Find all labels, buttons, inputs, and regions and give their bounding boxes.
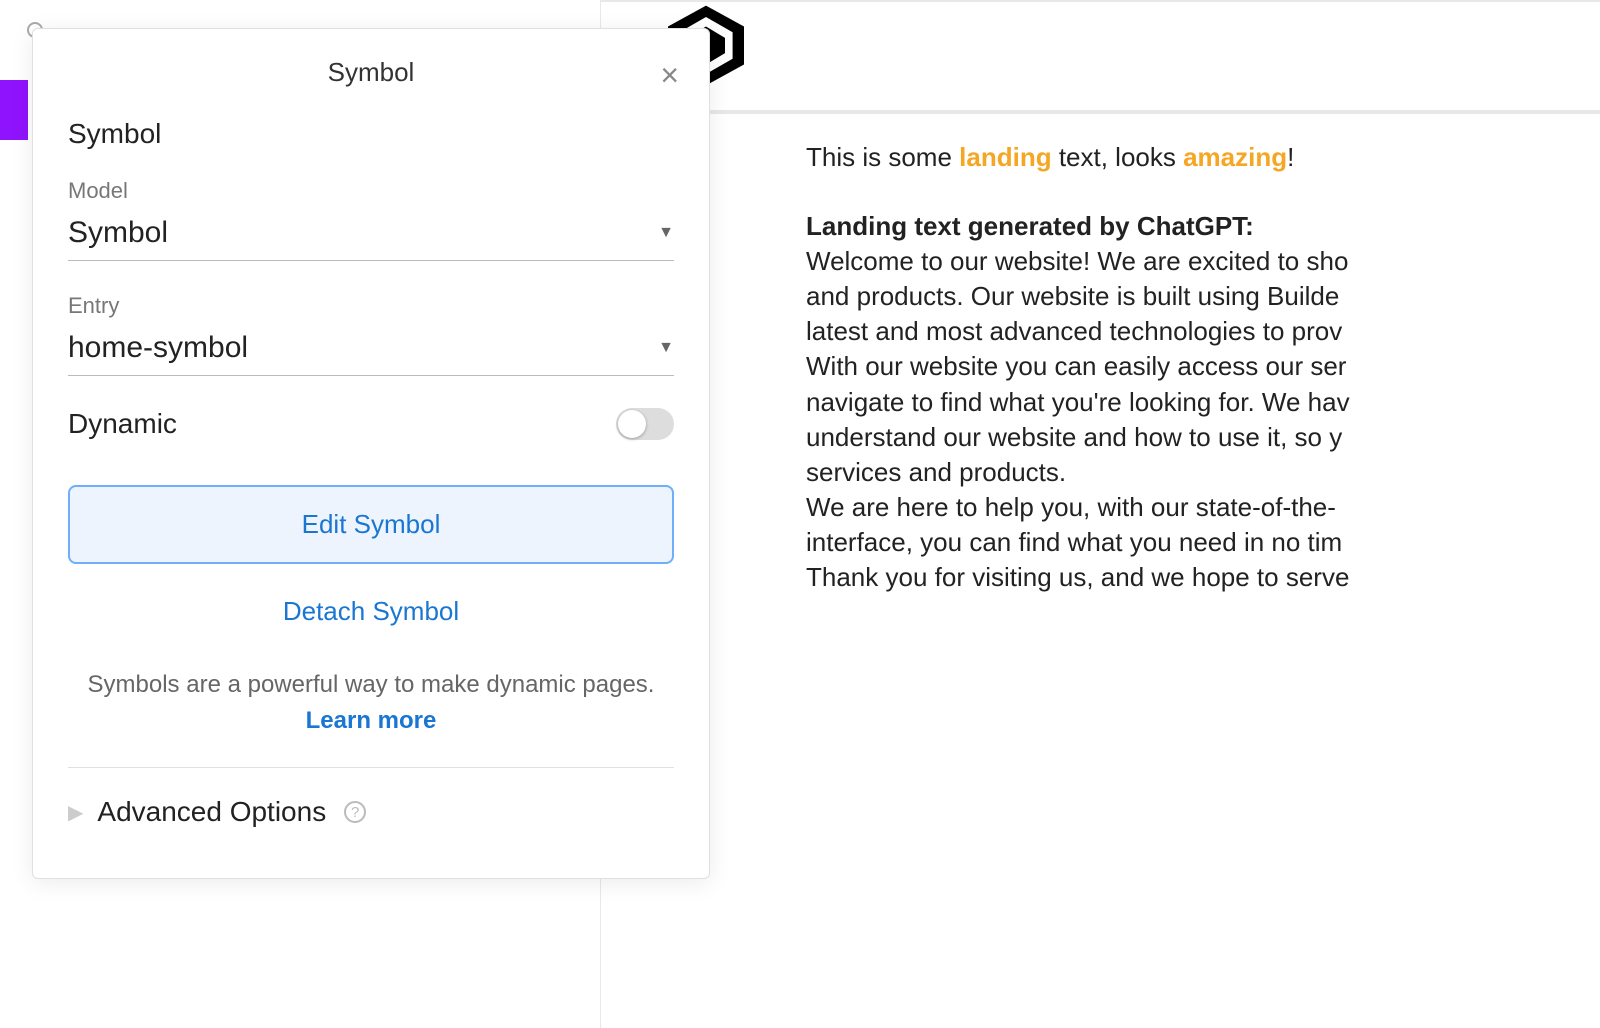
entry-value: home-symbol (68, 331, 248, 365)
section-title: Symbol (68, 118, 674, 150)
selection-indicator (0, 80, 28, 140)
close-icon: × (660, 57, 679, 93)
chevron-down-icon: ▼ (658, 224, 674, 242)
highlight-text: amazing (1183, 142, 1287, 172)
canvas-content: This is some landing text, looks amazing… (806, 140, 1600, 595)
dynamic-label: Dynamic (68, 408, 177, 440)
model-label: Model (68, 178, 674, 204)
intro-text: ! (1287, 142, 1294, 172)
model-value: Symbol (68, 216, 168, 250)
edit-symbol-button[interactable]: Edit Symbol (68, 485, 674, 564)
entry-select[interactable]: home-symbol ▼ (68, 327, 674, 376)
entry-field-group: Entry home-symbol ▼ (68, 293, 674, 376)
chevron-right-icon: ▶ (68, 800, 83, 825)
canvas-header-divider (601, 110, 1600, 114)
intro-text: text, looks (1052, 142, 1184, 172)
help-icon[interactable]: ? (344, 801, 366, 823)
content-body: Welcome to our website! We are excited t… (806, 244, 1600, 595)
entry-label: Entry (68, 293, 674, 319)
advanced-options-label: Advanced Options (97, 796, 326, 828)
intro-text: This is some (806, 142, 959, 172)
modal-title: Symbol (328, 57, 415, 88)
canvas-preview: This is some landing text, looks amazing… (600, 0, 1600, 1028)
model-field-group: Model Symbol ▼ (68, 178, 674, 261)
learn-more-link[interactable]: Learn more (306, 707, 437, 734)
divider (68, 767, 674, 768)
info-text: Symbols are a powerful way to make dynam… (68, 667, 674, 739)
chevron-down-icon: ▼ (658, 339, 674, 357)
close-button[interactable]: × (660, 59, 679, 91)
content-heading: Landing text generated by ChatGPT: (806, 209, 1600, 244)
modal-body: Symbol Model Symbol ▼ Entry home-symbol … (33, 108, 709, 878)
modal-header: Symbol × (33, 29, 709, 108)
symbol-settings-modal: Symbol × Symbol Model Symbol ▼ Entry hom… (32, 28, 710, 879)
detach-symbol-button[interactable]: Detach Symbol (68, 596, 674, 627)
dynamic-toggle[interactable] (616, 408, 674, 440)
advanced-options-toggle[interactable]: ▶ Advanced Options ? (68, 796, 674, 848)
highlight-text: landing (959, 142, 1051, 172)
toggle-thumb (618, 410, 646, 438)
dynamic-row: Dynamic (68, 408, 674, 440)
model-select[interactable]: Symbol ▼ (68, 212, 674, 261)
intro-line: This is some landing text, looks amazing… (806, 140, 1600, 175)
